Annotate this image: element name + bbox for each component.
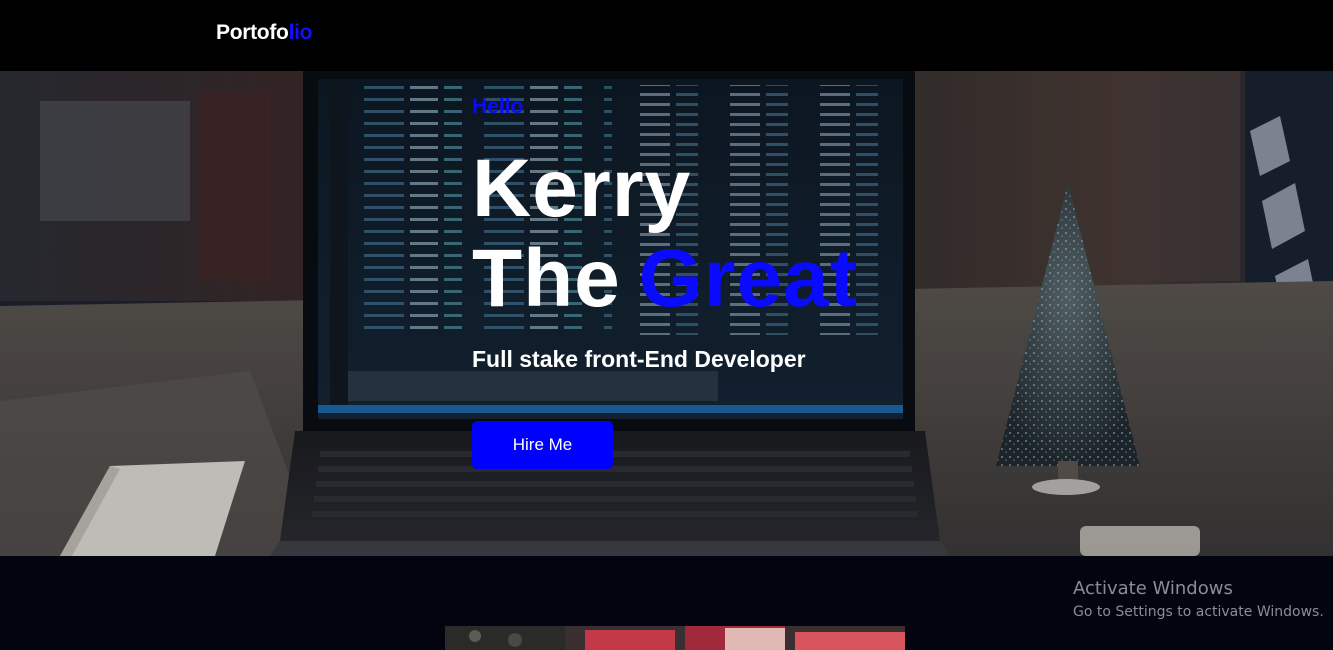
activate-windows-watermark: Activate Windows Go to Settings to activ… bbox=[1073, 578, 1324, 624]
hero-name-second: The Great bbox=[472, 238, 858, 320]
next-section-image bbox=[445, 626, 905, 650]
hero-name-first: Kerry bbox=[472, 143, 692, 234]
logo-main: Portofo bbox=[216, 21, 289, 44]
navbar: Portofolio bbox=[0, 0, 1333, 71]
watermark-subtitle: Go to Settings to activate Windows. bbox=[1073, 604, 1324, 620]
hero-subtitle: Full stake front-End Developer bbox=[472, 346, 806, 372]
hero-name-the: The bbox=[472, 233, 621, 324]
logo-accent: lio bbox=[288, 21, 313, 44]
hero-section: Hello Kerry The Great Full stake front-En… bbox=[0, 71, 1333, 556]
hero-greeting: Hello bbox=[472, 95, 524, 118]
logo[interactable]: Portofolio bbox=[216, 21, 312, 45]
hire-me-button[interactable]: Hire Me bbox=[472, 421, 613, 469]
hero-name-accent: Great bbox=[638, 233, 859, 324]
watermark-title: Activate Windows bbox=[1073, 578, 1233, 599]
